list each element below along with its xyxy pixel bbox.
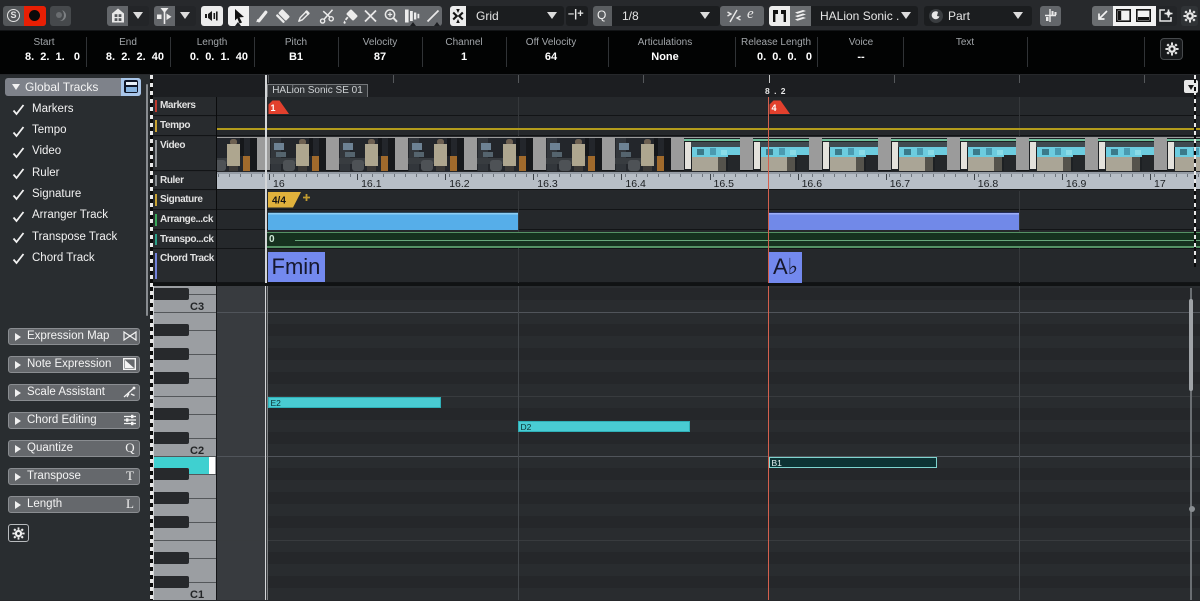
svg-text:4: 4 [771,103,776,113]
svg-text:4/4: 4/4 [272,195,286,206]
svg-text:1: 1 [270,103,275,113]
